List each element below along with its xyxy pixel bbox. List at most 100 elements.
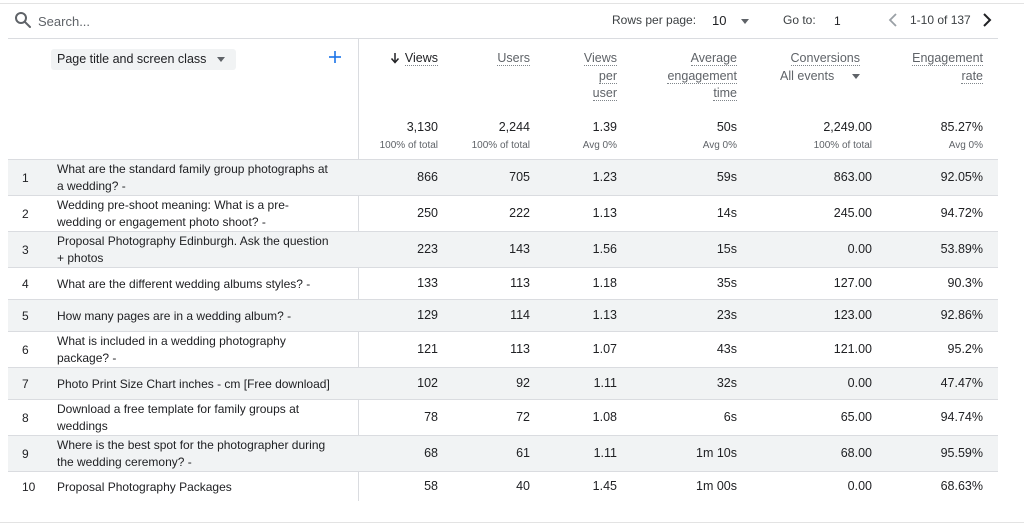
table-row: 9 Where is the best spot for the photogra…: [8, 435, 998, 471]
page-title-line: Photo Print Size Chart inches - cm [Free…: [57, 376, 330, 391]
rows-per-page-value: 10: [712, 13, 727, 28]
table-row: 5 How many pages are in a wedding album? …: [8, 299, 998, 331]
header-average-engagement-time[interactable]: Average engagement time: [667, 50, 737, 103]
total-views: 3,130: [406, 120, 438, 134]
cell-views: 133: [417, 276, 438, 290]
page-title-link[interactable]: Proposal Photography Packages: [57, 479, 349, 496]
rows-per-page-select[interactable]: 10: [712, 11, 754, 31]
cell-engagement-rate: 92.05%: [940, 170, 983, 184]
chevron-right-icon[interactable]: [978, 11, 996, 29]
sub-views-per-user: Avg 0%: [582, 140, 617, 151]
cell-views-per-user: 1.11: [593, 446, 617, 460]
table-row: 2 Wedding pre-shoot meaning: What is a pr…: [8, 195, 998, 231]
header-er-line1: Engagement: [912, 51, 983, 66]
cell-views: 866: [417, 170, 438, 184]
table-toolbar: Rows per page: 10 Go to: 1-10 of 137: [8, 3, 998, 38]
page-title-link[interactable]: What are the different wedding albums st…: [57, 276, 349, 293]
table-top-rule: [8, 38, 998, 39]
cell-engagement-rate: 92.86%: [940, 308, 983, 322]
cell-average-engagement-time: 6s: [723, 410, 737, 424]
sub-views: 100% of total: [379, 140, 438, 151]
search-icon[interactable]: [14, 11, 32, 29]
header-aet-line1: Average: [690, 51, 737, 66]
header-engagement-rate[interactable]: Engagement rate: [912, 50, 983, 85]
sub-engagement-rate: Avg 0%: [948, 140, 983, 151]
cell-users: 222: [509, 206, 530, 220]
cell-views: 129: [417, 308, 438, 322]
cell-users: 114: [510, 308, 530, 322]
page-title-link[interactable]: Wedding pre-shoot meaning: What is a pre…: [57, 197, 349, 231]
page-title-line: the wedding ceremony? -: [57, 455, 192, 469]
conversions-filter-label: All events: [780, 69, 835, 83]
cell-engagement-rate: 95.2%: [947, 342, 983, 356]
cell-views: 102: [417, 376, 438, 390]
page-title-link[interactable]: Proposal Photography Edinburgh. Ask the …: [57, 233, 349, 267]
header-users-label: Users: [497, 51, 530, 66]
cell-users: 40: [516, 479, 530, 493]
row-number: 9: [22, 447, 29, 461]
cell-engagement-rate: 94.72%: [940, 206, 983, 220]
cell-engagement-rate: 47.47%: [940, 376, 983, 390]
page-title-line: How many pages are in a wedding album? -: [57, 308, 292, 323]
search-input[interactable]: [38, 11, 338, 31]
row-number: 6: [22, 343, 29, 357]
page-title-link[interactable]: What is included in a wedding photograph…: [57, 333, 349, 367]
row-number: 3: [22, 243, 29, 257]
dimension-selector[interactable]: Page title and screen class: [51, 49, 237, 70]
goto-page-input[interactable]: [834, 11, 874, 31]
header-views-per-user[interactable]: Views per user: [583, 50, 617, 103]
cell-views-per-user: 1.56: [592, 242, 617, 256]
page-title-link[interactable]: Download a free template for family grou…: [57, 401, 349, 435]
cell-conversions: 0.00: [847, 242, 872, 256]
cell-views: 223: [417, 242, 438, 256]
cell-conversions: 245.00: [833, 206, 872, 220]
cell-views-per-user: 1.18: [592, 276, 617, 290]
cell-engagement-rate: 53.89%: [940, 242, 983, 256]
cell-engagement-rate: 94.74%: [940, 410, 983, 424]
row-number: 5: [22, 309, 29, 323]
cell-views: 78: [424, 410, 438, 424]
sub-users: 100% of total: [471, 140, 530, 151]
cell-users: 92: [516, 376, 530, 390]
page-title-line: Proposal Photography Packages: [57, 479, 232, 494]
cell-users: 113: [510, 276, 530, 290]
cell-users: 61: [516, 446, 530, 460]
cell-views: 121: [417, 342, 438, 356]
header-users[interactable]: Users: [497, 50, 530, 68]
cell-views-per-user: 1.13: [592, 206, 617, 220]
cell-users: 72: [516, 410, 530, 424]
cell-conversions: 121.00: [833, 342, 872, 356]
page-title-link[interactable]: Where is the best spot for the photograp…: [57, 437, 349, 471]
page-title-line: + photos: [57, 251, 104, 265]
page-title-line: Download a free template for family grou…: [57, 402, 300, 416]
cell-views: 58: [424, 479, 438, 493]
header-er-line2: rate: [961, 68, 983, 84]
row-number: 10: [22, 480, 36, 494]
cell-average-engagement-time: 15s: [716, 242, 737, 256]
cell-engagement-rate: 95.59%: [940, 446, 983, 460]
row-number: 1: [22, 171, 29, 185]
table-row: 3 Proposal Photography Edinburgh. Ask the…: [8, 231, 998, 267]
page-title-link[interactable]: How many pages are in a wedding album? -: [57, 308, 349, 325]
page-title-line: Proposal Photography Edinburgh. Ask the …: [57, 234, 329, 248]
cell-conversions: 0.00: [847, 376, 872, 390]
conversions-event-filter[interactable]: All events: [780, 68, 860, 85]
header-vpu-line3: user: [592, 86, 617, 101]
chevron-left-icon[interactable]: [884, 11, 902, 29]
row-number: 8: [22, 411, 29, 425]
header-conversions[interactable]: Conversions All events: [760, 50, 860, 90]
header-aet-line2: engagement: [667, 68, 737, 84]
caret-down-icon: [852, 74, 860, 79]
cell-average-engagement-time: 59s: [716, 170, 737, 184]
cell-conversions: 68.00: [840, 446, 872, 460]
cell-average-engagement-time: 1m 00s: [696, 479, 737, 493]
pagination-range: 1-10 of 137: [910, 13, 971, 27]
caret-down-icon: [217, 57, 226, 62]
plus-icon[interactable]: [328, 50, 342, 64]
bottom-border: [0, 522, 1024, 523]
page-title-link[interactable]: What are the standard family group photo…: [57, 161, 349, 195]
header-views[interactable]: Views: [404, 50, 438, 68]
cell-views: 68: [424, 446, 438, 460]
page-title-link[interactable]: Photo Print Size Chart inches - cm [Free…: [57, 376, 349, 393]
table-row: 7 Photo Print Size Chart inches - cm [Fre…: [8, 367, 998, 399]
